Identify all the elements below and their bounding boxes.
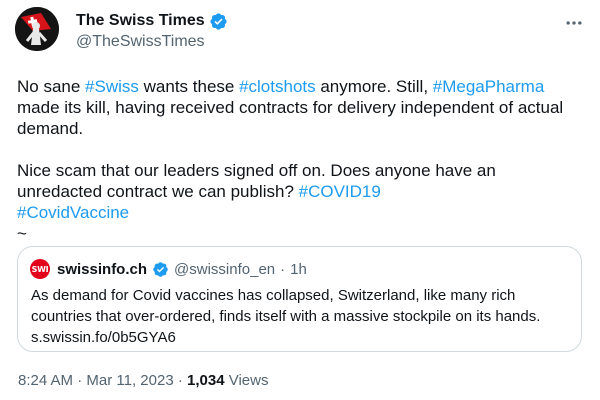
hashtag-link[interactable]: #CovidVaccine — [17, 203, 129, 222]
author-name-row: The Swiss Times — [76, 10, 228, 32]
quoted-author-name[interactable]: swissinfo.ch — [57, 261, 147, 278]
separator-dot: · — [73, 372, 87, 389]
text-span: made its kill, having received contracts… — [17, 98, 564, 138]
text-span: wants these — [138, 77, 240, 96]
separator-dot: · — [280, 260, 286, 278]
quoted-tweet-text: As demand for Covid vaccines has collaps… — [31, 285, 571, 348]
swi-logo-text: SWI — [31, 264, 49, 274]
verified-badge-icon — [153, 261, 168, 277]
quoted-timestamp[interactable]: 1h — [290, 261, 307, 278]
tweet-paragraph-1: No sane #Swiss wants these #clotshots an… — [17, 76, 577, 139]
more-horizontal-icon — [566, 21, 582, 25]
text-span: Nice scam that our leaders signed off on… — [17, 161, 496, 201]
views-label: Views — [224, 372, 269, 389]
tweet[interactable]: The Swiss Times @TheSwissTimes No sane #… — [0, 0, 600, 400]
quoted-text-body: As demand for Covid vaccines has collaps… — [31, 287, 541, 325]
avatar-image — [15, 7, 59, 51]
verified-badge-icon — [210, 12, 227, 30]
tweet-text: No sane #Swiss wants these #clotshots an… — [17, 76, 577, 244]
hashtag-link[interactable]: #Swiss — [85, 77, 139, 96]
author-display-name[interactable]: The Swiss Times — [76, 12, 205, 30]
text-span: anymore. Still, — [315, 77, 433, 96]
text-span: No sane — [17, 77, 86, 96]
tweet-date[interactable]: Mar 11, 2023 — [86, 372, 173, 389]
views-count[interactable]: 1,034 — [187, 372, 225, 389]
quoted-tweet-card[interactable]: SWI swissinfo.ch @swissinfo_en · 1h As d… — [17, 246, 582, 352]
hashtag-link[interactable]: #COVID19 — [299, 182, 381, 201]
tweet-paragraph-2: Nice scam that our leaders signed off on… — [17, 160, 577, 223]
hashtag-link[interactable]: #clotshots — [239, 77, 316, 96]
quoted-tweet-header: SWI swissinfo.ch @swissinfo_en · 1h — [30, 258, 307, 280]
tweet-paragraph-3: ~ — [17, 224, 27, 243]
swi-logo[interactable]: SWI — [30, 259, 50, 279]
separator-dot: · — [173, 372, 188, 389]
author-handle[interactable]: @TheSwissTimes — [76, 33, 205, 51]
quoted-author-handle[interactable]: @swissinfo_en — [174, 261, 275, 278]
quoted-link[interactable]: s.swissin.fo/0b5GYA6 — [31, 329, 176, 346]
hashtag-link[interactable]: #MegaPharma — [433, 77, 545, 96]
tweet-meta: 8:24 AM · Mar 11, 2023 · 1,034 Views — [18, 372, 268, 389]
tweet-time[interactable]: 8:24 AM — [18, 372, 73, 389]
more-options-button[interactable] — [563, 12, 585, 34]
avatar[interactable] — [15, 7, 59, 51]
